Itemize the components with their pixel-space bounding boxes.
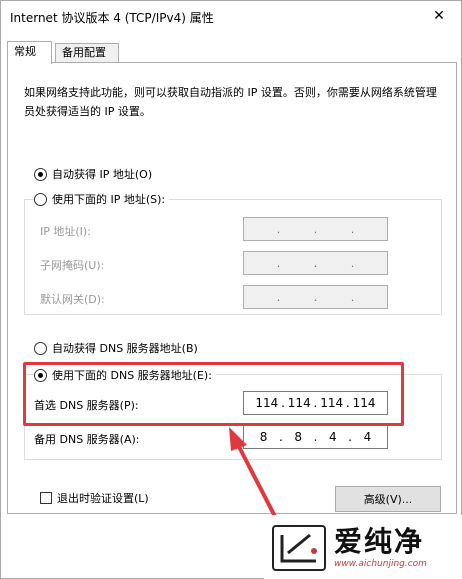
close-icon: ✕	[433, 8, 445, 24]
radio-manual-dns-indicator	[34, 368, 47, 382]
watermark-logo-shape	[280, 533, 317, 562]
watermark-text: 爱纯净 www.aichunjing.com	[334, 524, 427, 570]
ip-dot: .	[313, 430, 318, 444]
ip-dot: .	[278, 430, 283, 444]
ip-dot: .	[350, 222, 355, 236]
dns-octet: 114	[255, 396, 279, 410]
alternate-dns-label: 备用 DNS 服务器(A):	[34, 433, 140, 446]
watermark-brand: 爱纯净	[334, 524, 425, 558]
dns-octet: 4	[328, 430, 337, 444]
watermark-url: www.aichunjing.com	[334, 558, 427, 569]
watermark: 爱纯净 www.aichunjing.com	[264, 515, 462, 579]
ip-dot: .	[313, 396, 318, 410]
default-gateway-label: 默认网关(D):	[40, 293, 105, 306]
dns-octet: 114	[352, 396, 376, 410]
default-gateway-input: . . .	[243, 285, 388, 309]
radio-manual-ip[interactable]: 使用下面的 IP 地址(S):	[34, 191, 170, 207]
radio-auto-ip-label: 自动获得 IP 地址(O)	[52, 168, 153, 181]
radio-manual-dns[interactable]: 使用下面的 DNS 服务器地址(E):	[34, 367, 216, 383]
tab-general[interactable]: 常规	[7, 41, 52, 64]
ip-dot: .	[276, 290, 281, 304]
ip-dot: .	[348, 430, 352, 444]
radio-auto-dns-indicator	[34, 341, 47, 355]
watermark-logo-icon	[272, 524, 326, 571]
ip-dot: .	[276, 256, 281, 270]
ip-dot: .	[313, 290, 318, 304]
ip-address-input: . . .	[243, 217, 388, 241]
radio-manual-ip-label: 使用下面的 IP 地址(S):	[52, 193, 166, 206]
ip-dot: .	[281, 396, 285, 410]
ip-dot: .	[313, 222, 318, 236]
radio-auto-dns-label: 自动获得 DNS 服务器地址(B)	[52, 342, 198, 355]
general-tab-panel: 如果网络支持此功能，则可以获取自动指派的 IP 设置。否则，你需要从网络系统管理…	[7, 62, 457, 514]
dns-octet: 8	[259, 430, 268, 444]
dialog-window: Internet 协议版本 4 (TCP/IPv4) 属性 ✕ 常规 备用配置 …	[0, 0, 462, 579]
ip-dot: .	[313, 256, 318, 270]
validate-checkbox-box	[40, 492, 52, 504]
advanced-button[interactable]: 高级(V)...	[335, 486, 441, 512]
tab-alternate-config[interactable]: 备用配置	[55, 43, 119, 63]
validate-on-exit-checkbox[interactable]: 退出时验证设置(L)	[40, 490, 149, 506]
dns-octet: 8	[294, 430, 303, 444]
radio-manual-ip-indicator	[34, 192, 47, 206]
ip-dot: .	[345, 396, 350, 410]
preferred-dns-input[interactable]: 114 . 114 . 114 . 114	[243, 391, 388, 415]
dns-octet: 4	[363, 430, 372, 444]
preferred-dns-label: 首选 DNS 服务器(P):	[34, 399, 139, 412]
window-title: Internet 协议版本 4 (TCP/IPv4) 属性	[10, 11, 214, 25]
alternate-dns-input[interactable]: 8 . 8 . 4 . 4	[243, 425, 388, 449]
validate-checkbox-label: 退出时验证设置(L)	[57, 492, 149, 505]
ip-address-label: IP 地址(I):	[40, 225, 91, 238]
ip-dot: .	[350, 290, 355, 304]
radio-auto-dns[interactable]: 自动获得 DNS 服务器地址(B)	[34, 340, 198, 356]
subnet-mask-input: . . .	[243, 251, 388, 275]
description-text: 如果网络支持此功能，则可以获取自动指派的 IP 设置。否则，你需要从网络系统管理…	[24, 86, 437, 118]
radio-auto-ip[interactable]: 自动获得 IP 地址(O)	[34, 166, 152, 182]
radio-manual-dns-label: 使用下面的 DNS 服务器地址(E):	[52, 369, 212, 382]
ip-dot: .	[276, 222, 281, 236]
dns-octet: 114	[287, 396, 311, 410]
close-button[interactable]: ✕	[417, 1, 461, 31]
radio-auto-ip-indicator	[34, 167, 47, 181]
subnet-mask-label: 子网掩码(U):	[40, 259, 105, 272]
ip-dot: .	[350, 256, 355, 270]
title-bar: Internet 协议版本 4 (TCP/IPv4) 属性 ✕	[1, 1, 461, 31]
dns-octet: 114	[320, 396, 344, 410]
